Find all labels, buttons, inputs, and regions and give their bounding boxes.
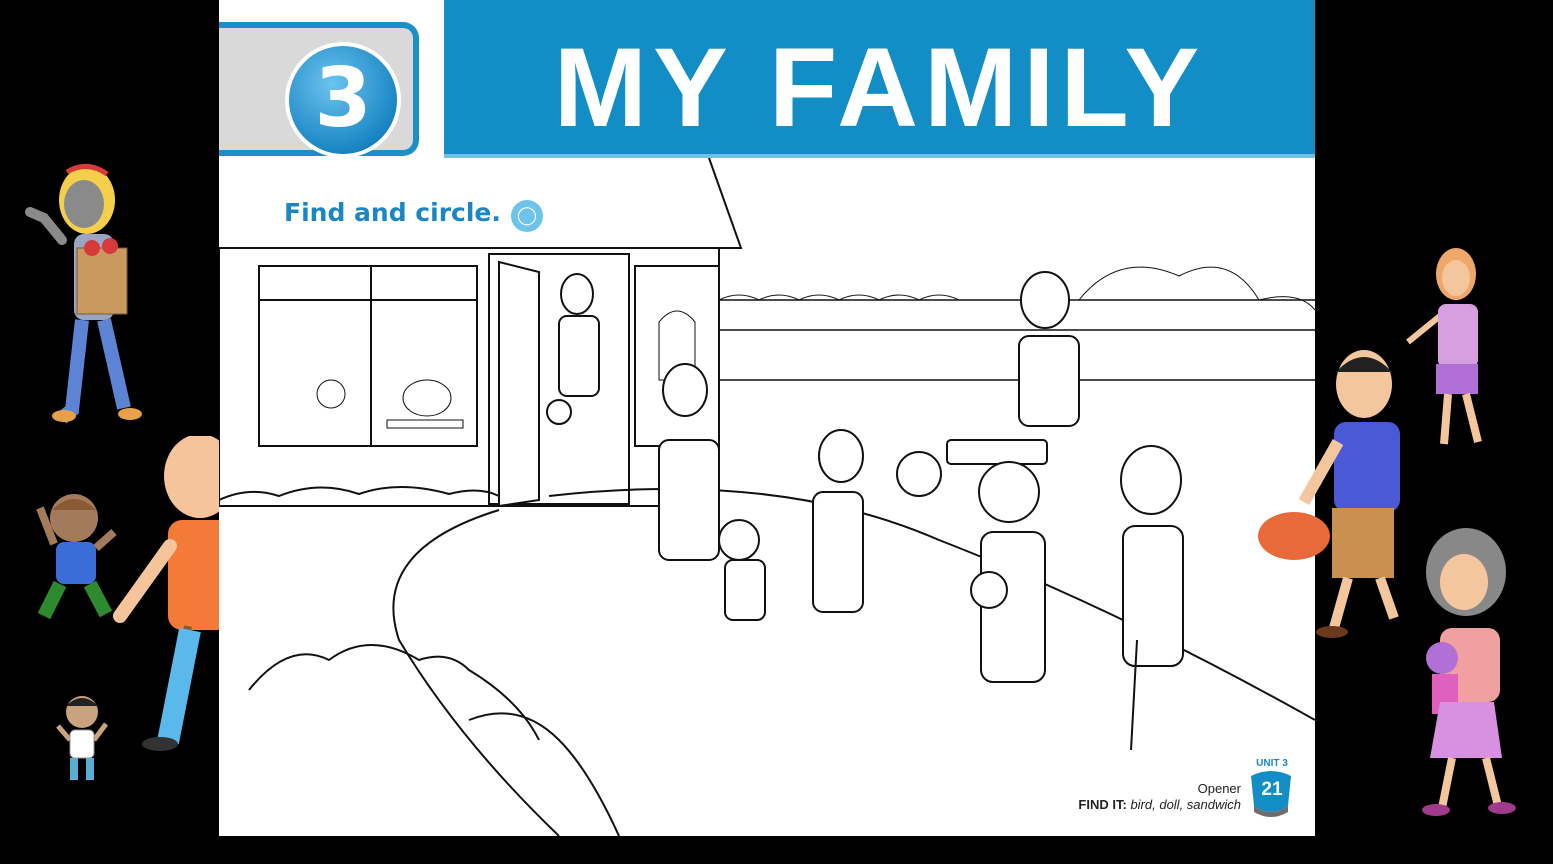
find-it-items: bird, doll, sandwich bbox=[1130, 797, 1241, 812]
mother-figure[interactable] bbox=[22, 160, 152, 430]
title-banner: MY FAMILY bbox=[444, 0, 1315, 158]
unit-badge-label: UNIT 3 bbox=[1256, 758, 1288, 769]
unit-number-badge: 3 bbox=[285, 42, 401, 158]
father-figure[interactable] bbox=[1254, 342, 1410, 642]
page-number: 21 bbox=[1261, 779, 1283, 800]
baby-figure[interactable] bbox=[52, 690, 112, 786]
find-it-line: FIND IT: bird, doll, sandwich bbox=[979, 797, 1241, 812]
opener-label: Opener bbox=[1197, 781, 1241, 796]
find-it-label: FIND IT: bbox=[1078, 797, 1127, 812]
woman-figure[interactable] bbox=[1404, 246, 1494, 452]
page-title: MY FAMILY bbox=[553, 25, 1206, 150]
speech-bubble-icon[interactable]: ◯ bbox=[511, 200, 543, 232]
instruction-text: Find and circle. bbox=[284, 198, 501, 227]
book-page: 3 MY FAMILY Find and circle. ◯ Opener FI… bbox=[219, 0, 1315, 836]
grandmother-figure[interactable] bbox=[1406, 528, 1522, 818]
boy-figure[interactable] bbox=[30, 488, 122, 628]
